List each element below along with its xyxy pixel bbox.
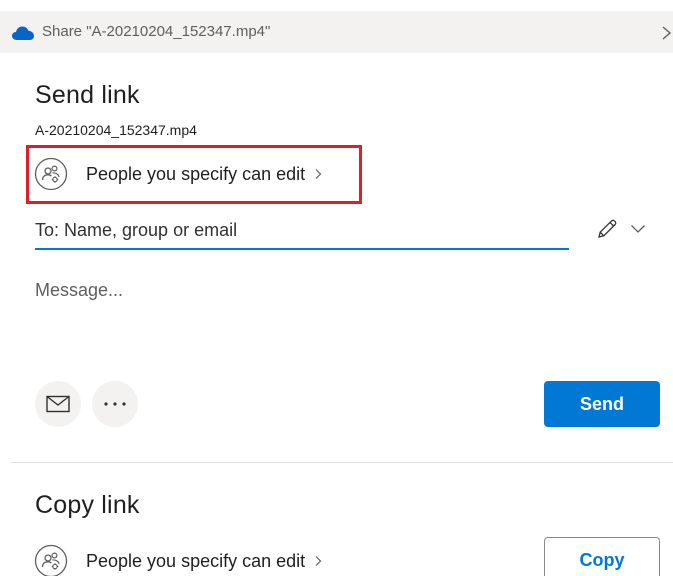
pencil-icon[interactable] <box>596 218 618 240</box>
people-settings-icon <box>34 157 68 191</box>
copy-permission-label: People you specify can edit <box>86 550 306 571</box>
copy-button[interactable]: Copy <box>544 537 660 576</box>
share-dialog: Share "A-20210204_152347.mp4" Send link … <box>0 0 673 576</box>
send-link-heading: Send link <box>35 81 140 109</box>
email-button[interactable] <box>35 381 81 427</box>
chevron-right-icon <box>315 556 322 566</box>
copy-link-heading: Copy link <box>35 491 140 519</box>
dialog-title: Share "A-20210204_152347.mp4" <box>42 23 271 40</box>
send-button[interactable]: Send <box>544 381 660 427</box>
title-bar: Share "A-20210204_152347.mp4" <box>0 11 673 53</box>
onedrive-cloud-icon <box>12 26 34 40</box>
more-dots-icon <box>104 402 126 406</box>
people-settings-icon <box>34 544 68 576</box>
chevron-right-icon <box>315 169 322 179</box>
file-name: A-20210204_152347.mp4 <box>35 122 197 138</box>
more-options-button[interactable] <box>92 381 138 427</box>
message-input[interactable] <box>35 280 595 340</box>
recipient-input[interactable] <box>35 212 569 250</box>
section-divider <box>11 462 673 463</box>
send-link-permission-setting[interactable]: People you specify can edit <box>34 156 323 192</box>
close-chevron-icon[interactable] <box>661 25 673 41</box>
chevron-down-icon[interactable] <box>630 224 646 234</box>
copy-link-permission-setting[interactable]: People you specify can edit <box>34 543 323 576</box>
mail-icon <box>46 395 70 413</box>
send-permission-label: People you specify can edit <box>86 163 306 184</box>
